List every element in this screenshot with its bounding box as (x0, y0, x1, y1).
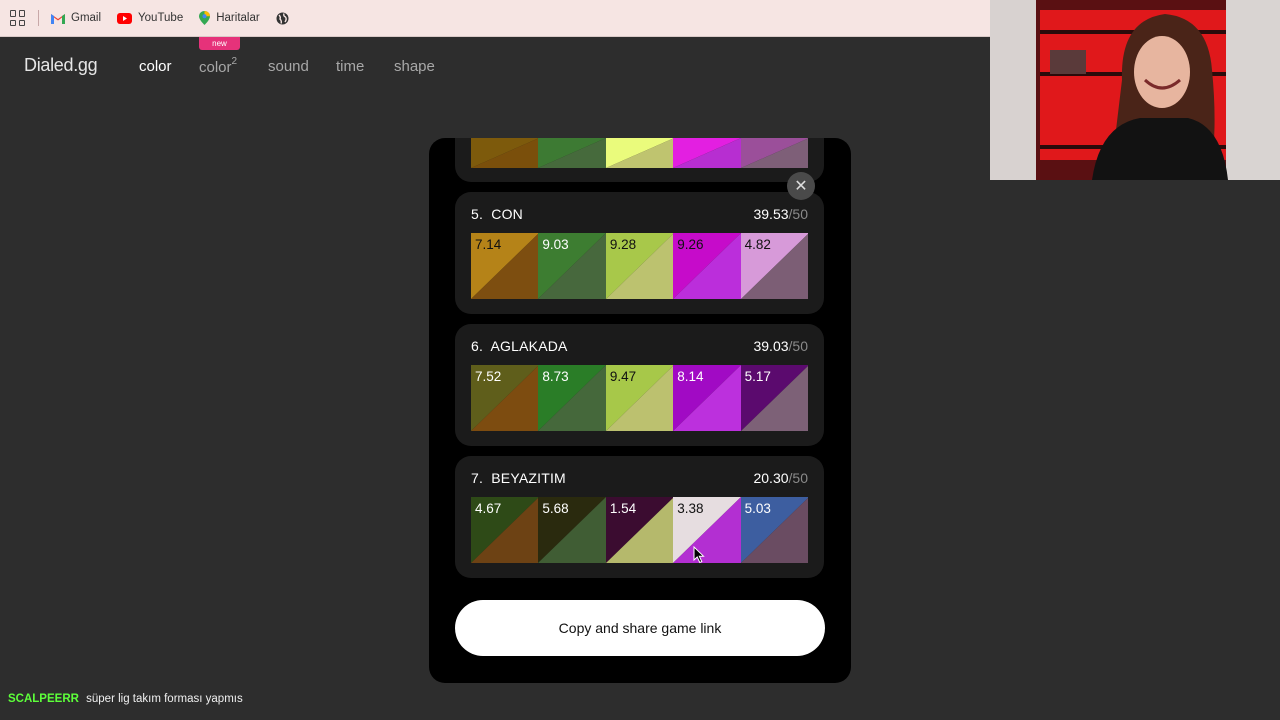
color-tile (538, 138, 606, 168)
globe-icon (276, 12, 289, 25)
tile-score: 7.52 (475, 369, 502, 384)
color-tile: 7.14 (471, 233, 539, 299)
nav-color2-label: color (199, 59, 232, 76)
tile-score: 9.26 (677, 237, 704, 252)
color-tile: 5.03 (740, 497, 809, 563)
result-card-partial (455, 138, 824, 182)
color-tile (673, 138, 741, 168)
chat-message: SCALPEERR süper lig takım forması yapmıs (8, 693, 243, 705)
color-tile: 8.14 (673, 365, 741, 431)
webcam-overlay (990, 0, 1280, 180)
chat-username: SCALPEERR (8, 693, 79, 705)
result-card: 5. CON 39.53/50 7.14 9.03 9.28 9.26 4.82 (455, 192, 824, 314)
result-card: 6. AGLAKADA 39.03/50 7.52 8.73 9.47 8.14 5.1… (455, 324, 824, 446)
nav-color2-superscript: 2 (231, 56, 238, 67)
player-score: 39.03/50 (753, 338, 808, 354)
bookmarks-bar: Gmail YouTube Haritalar (0, 0, 990, 37)
color-tile: 7.52 (471, 365, 539, 431)
color-tile: 9.03 (538, 233, 606, 299)
bookmark-label: Haritalar (216, 12, 260, 24)
bookmark-youtube[interactable]: YouTube (117, 12, 183, 24)
apps-grid-icon[interactable] (10, 10, 26, 26)
player-score: 39.53/50 (753, 206, 808, 222)
color-tile: 1.54 (605, 497, 674, 563)
new-badge: new (199, 37, 240, 50)
tile-score: 8.73 (542, 369, 569, 384)
nav-color[interactable]: color (139, 58, 172, 75)
youtube-icon (117, 12, 133, 24)
result-card: 7. BEYAZITIM 20.30/50 4.67 5.68 1.54 3.38 5.… (455, 456, 824, 578)
player-name: 6. AGLAKADA (471, 338, 568, 354)
color-tile: 9.26 (673, 233, 741, 299)
color-tile: 9.47 (605, 365, 674, 431)
copy-share-link-button[interactable]: Copy and share game link (455, 600, 825, 656)
tile-score: 1.54 (609, 501, 637, 516)
nav-time[interactable]: time (336, 58, 364, 75)
bookmark-label: Gmail (71, 12, 102, 24)
bookmark-separator (38, 10, 39, 26)
color-tile (471, 138, 539, 168)
tile-score: 5.17 (744, 369, 771, 384)
tile-score: 9.47 (609, 369, 637, 384)
bookmark-gmail[interactable]: Gmail (51, 12, 101, 24)
tile-score: 4.67 (475, 501, 502, 516)
color-tiles: 7.14 9.03 9.28 9.26 4.82 (471, 233, 809, 299)
tile-score: 4.82 (744, 237, 771, 252)
color-tiles: 4.67 5.68 1.54 3.38 5.03 (471, 497, 809, 563)
player-score: 20.30/50 (753, 470, 808, 486)
tile-score: 3.38 (677, 501, 704, 516)
tile-score: 5.68 (542, 501, 569, 516)
player-name: 7. BEYAZITIM (471, 470, 566, 486)
nav-shape[interactable]: shape (394, 58, 435, 75)
tile-score: 8.14 (677, 369, 704, 384)
tile-score: 5.03 (744, 501, 771, 516)
close-button[interactable]: ✕ (787, 172, 815, 200)
color-tile (740, 138, 809, 168)
color-tile: 8.73 (538, 365, 606, 431)
maps-icon (199, 11, 211, 25)
mouse-cursor-icon (693, 546, 705, 564)
bookmark-globe[interactable] (276, 12, 295, 25)
tile-score: 9.03 (542, 237, 569, 252)
tile-score: 7.14 (475, 237, 502, 252)
close-icon: ✕ (794, 178, 808, 195)
nav-color2[interactable]: color2 (199, 56, 238, 76)
bookmark-label: YouTube (138, 12, 184, 24)
results-modal: 5. CON 39.53/50 7.14 9.03 9.28 9.26 4.82 6. … (429, 138, 851, 683)
color-tiles: 7.52 8.73 9.47 8.14 5.17 (471, 365, 809, 431)
color-tile: 4.67 (471, 497, 539, 563)
color-tile: 4.82 (740, 233, 809, 299)
color-tile: 5.68 (538, 497, 606, 563)
color-tile: 9.28 (605, 233, 674, 299)
color-tiles (471, 138, 809, 168)
player-name: 5. CON (471, 206, 523, 222)
gmail-icon (51, 13, 65, 24)
chat-text: süper lig takım forması yapmıs (86, 693, 243, 705)
bookmark-maps[interactable]: Haritalar (199, 11, 260, 25)
nav-sound[interactable]: sound (268, 58, 309, 75)
color-tile: 5.17 (740, 365, 809, 431)
color-tile: 3.38 (673, 497, 741, 563)
site-logo[interactable]: Dialed.gg (24, 55, 98, 76)
tile-score: 9.28 (609, 237, 637, 252)
color-tile (605, 138, 674, 168)
